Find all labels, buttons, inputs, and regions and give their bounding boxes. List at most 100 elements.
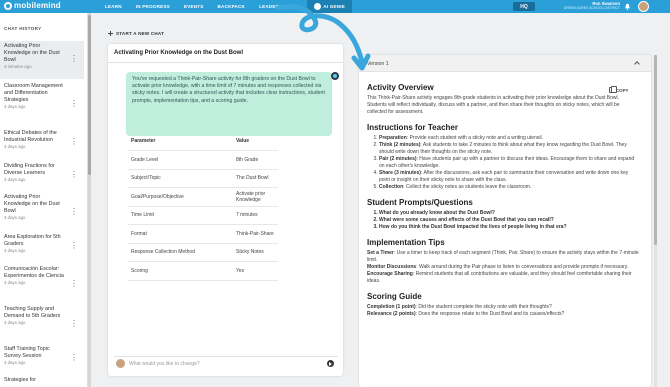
table-row: Subject/Topic The Dust Bowl [128,169,278,188]
nav-leaderboards[interactable]: LEADERBOARDS [252,0,307,13]
divider [108,62,343,63]
hq-button[interactable]: HQ [513,2,535,11]
bell-icon[interactable] [624,3,631,10]
history-item[interactable]: Teaching Supply and Demand to 5th Grader… [0,306,84,328]
table-row: Scoring Yes [128,261,278,281]
history-item-title: Activating Prior Knowledge on the Dust B… [4,194,60,214]
user-info[interactable]: Ron Swanson GREEN ACRES SCHOOL DISTRICT [560,1,620,10]
table-cell: 7 minutes [233,206,278,225]
table-cell: Activate prior Knowledge [233,187,278,207]
more-options-icon[interactable]: ⋮ [70,55,78,63]
history-item-title: Classroom Management and Differentiation… [4,83,63,103]
history-item-title: Strategies for [4,377,37,383]
item-label: Think (2 minutes) [379,142,421,148]
sidebar-scrollbar-thumb[interactable] [88,15,91,175]
nav-backpack[interactable]: BACKPACK [211,0,253,13]
more-options-icon[interactable]: ⋮ [70,242,78,250]
result-panel: Version 1 COPY Activity Overview This Th… [359,55,651,387]
history-item-title: Activating Prior Knowledge on the Dust B… [4,43,60,63]
item-label: Share (3 minutes) [379,170,421,176]
parameters-table: Parameter Value Grade Level 8th Grade Sub… [128,132,278,281]
version-label: Version 1 [367,61,389,67]
tip-item: Encourage Sharing: Remind students that … [367,271,639,285]
table-cell: Response Collection Method [128,243,233,262]
more-options-icon[interactable]: ⋮ [70,320,78,328]
table-cell: Subject/Topic [128,169,233,188]
item-text: : Have students pair up with a partner t… [379,156,635,169]
history-item[interactable]: Ethical Debates of the Industrial Revolu… [0,130,84,150]
more-options-icon[interactable]: ⋮ [70,138,78,146]
logo[interactable]: mobilemind [4,1,61,10]
table-cell: Format [128,224,233,244]
list-item: Pair (2 minutes): Have students pair up … [379,156,639,170]
tip-item: Monitor Discussions: Walk around during … [367,264,639,271]
history-item[interactable]: Activating Prior Knowledge on the Dust B… [0,41,84,79]
history-item[interactable]: Area Exploration for 5th Graders 3 days … [0,234,84,254]
table-cell: Goal/Purpose/Objective [128,187,233,207]
list-item: How do you think the Dust Bowl impacted … [379,224,639,231]
item-text: : Provide each student with a sticky not… [406,135,543,141]
list-item: Think (2 minutes): Ask students to take … [379,142,639,156]
more-options-icon[interactable]: ⋮ [70,171,78,179]
more-options-icon[interactable]: ⋮ [70,208,78,216]
genie-icon [314,3,322,10]
nav-ai-genie[interactable]: AI GENIE [307,0,353,13]
chat-history-sidebar: CHAT HISTORY Activating Prior Knowledge … [0,13,88,387]
nav-learn[interactable]: LEARN [98,0,129,13]
user-avatar[interactable] [638,1,649,12]
table-cell: Time Limit [128,206,233,225]
overview-text: This Think-Pair-Share activity engages 8… [367,95,620,115]
history-item[interactable]: Dividing Fractions for Diverse Learners … [0,163,84,183]
chevron-up-icon[interactable] [634,61,640,67]
item-text: : Use a timer to keep track of each segm… [367,250,639,263]
section-heading: Scoring Guide [367,292,422,301]
chat-input[interactable] [129,360,319,367]
chat-title: Activating Prior Knowledge on the Dust B… [114,50,244,56]
history-item-title: Area Exploration for 5th Graders [4,234,61,247]
result-content: Activity Overview This Think-Pair-Share … [367,83,639,318]
table-header-row: Parameter Value [128,132,278,151]
instructions-list: Preparation: Provide each student with a… [379,135,639,191]
list-item: What do you already know about the Dust … [379,210,639,217]
table-cell: 8th Grade [233,150,278,170]
history-item[interactable]: Strategies for [0,377,84,384]
table-row: Time Limit 7 minutes [128,206,278,225]
chat-panel: Activating Prior Knowledge on the Dust B… [108,44,343,376]
history-item[interactable]: Comunicación Escolar: Experimentos de Ci… [0,266,84,288]
section-heading: Implementation Tips [367,238,445,247]
table-cell: Grade Level [128,150,233,170]
prompts-list: What do you already know about the Dust … [379,210,639,231]
item-label: Relevance (2 points) [367,311,416,317]
history-item[interactable]: Activating Prior Knowledge on the Dust B… [0,194,84,221]
more-options-icon[interactable]: ⋮ [70,100,78,108]
send-button[interactable] [327,360,334,367]
section-heading: Student Prompts/Questions [367,198,473,207]
history-item[interactable]: Classroom Management and Differentiation… [0,83,84,110]
table-row: Format Think-Pair-Share [128,224,278,244]
tip-item: Set a Timer: Use a timer to keep track o… [367,250,639,264]
item-label: Collection [379,184,404,190]
item-label: Pair (2 minutes) [379,156,417,162]
hq-label: HQ [520,3,528,10]
sidebar-title: CHAT HISTORY [4,26,42,31]
history-item-title: Teaching Supply and Demand to 5th Grader… [4,306,61,319]
version-accordion-header[interactable]: Version 1 [359,55,651,72]
genie-bot-icon [331,72,339,80]
more-options-icon[interactable]: ⋮ [70,354,78,362]
nav-in-progress[interactable]: IN PROGRESS [129,0,177,13]
item-label: Completion (1 point) [367,304,416,310]
item-label: Set a Timer [367,250,394,256]
history-item[interactable]: Staff Training Topic Survey Session 3 da… [0,346,84,366]
nav-ai-genie-label: AI GENIE [323,4,346,9]
scoring-item: Relevance (2 points): Does the response … [367,311,639,318]
history-item-date: 3 minutes ago [4,64,32,69]
item-label: Monitor Discussions [367,264,417,270]
more-options-icon[interactable]: ⋮ [70,280,78,288]
history-item-title: Dividing Fractions for Diverse Learners [4,163,55,176]
start-new-chat-button[interactable]: START A NEW CHAT [108,31,164,36]
result-scrollbar-thumb[interactable] [654,55,657,245]
history-item-title: Ethical Debates of the Industrial Revolu… [4,130,57,143]
nav-events[interactable]: EVENTS [177,0,211,13]
column-header-value: Value [233,132,278,151]
list-item: Preparation: Provide each student with a… [379,135,639,142]
